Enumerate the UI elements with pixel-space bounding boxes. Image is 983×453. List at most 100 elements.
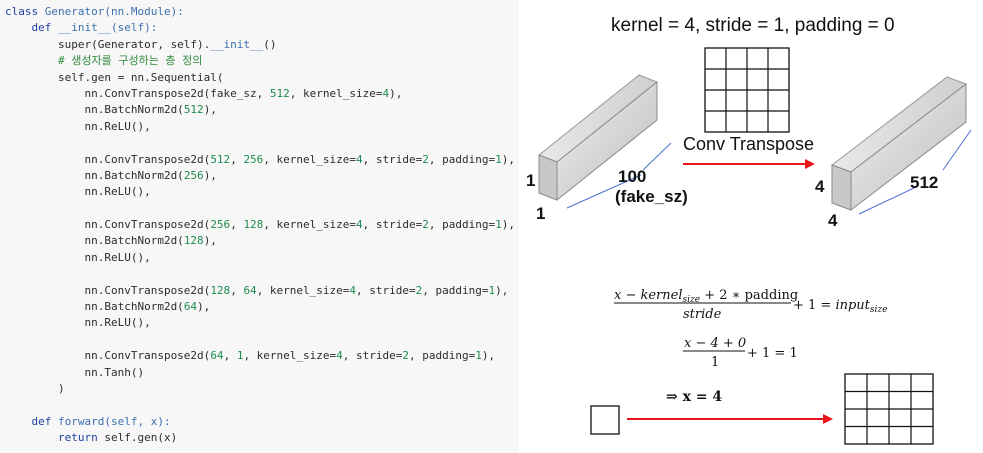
- code-token: , stride=: [362, 218, 423, 232]
- code-token: , stride=: [356, 283, 416, 297]
- code-token: 256: [243, 152, 264, 166]
- code-token: class: [5, 5, 45, 18]
- formula-rhs: + 1 =: [793, 298, 835, 313]
- code-token: nn.ConvTranspose2d(: [5, 349, 211, 363]
- output-grid-bottom: [844, 373, 934, 445]
- code-token: __init__: [210, 37, 264, 51]
- code-token: ),: [203, 103, 217, 117]
- code-token: Generator: [44, 5, 105, 18]
- code-token: nn.ReLU(),: [5, 250, 151, 264]
- code-token: def: [31, 21, 58, 35]
- code-token: , stride=: [342, 349, 403, 363]
- code-token: ),: [501, 218, 515, 232]
- code-token: nn.ConvTranspose2d(: [5, 152, 211, 166]
- code-token: nn.ReLU(),: [5, 119, 151, 133]
- code-token: (): [263, 37, 277, 51]
- code-line: ): [5, 381, 515, 397]
- conv-transpose-label: Conv Transpose: [683, 134, 814, 154]
- code-line: nn.ReLU(),: [5, 315, 515, 331]
- code-line: nn.ConvTranspose2d(fake_sz, 512, kernel_…: [5, 86, 515, 102]
- code-token: , kernel_size=: [263, 218, 357, 232]
- code-token: ,: [223, 349, 237, 363]
- input-square: [590, 405, 620, 435]
- code-token: 128: [210, 283, 231, 297]
- code-token: ),: [501, 152, 515, 166]
- code-token: ),: [389, 86, 403, 100]
- svg-text:+ 1 = inputsize: + 1 = inputsize: [793, 298, 887, 315]
- code-line: nn.ConvTranspose2d(64, 1 , kernel_size=4,…: [5, 348, 515, 364]
- code-token: 128: [243, 218, 264, 232]
- code-line: class Generator(nn.Module):: [5, 4, 515, 20]
- input-depth-label: 100: [618, 167, 646, 186]
- code-token: # 생성자를 구성하는 층 정의: [57, 54, 203, 68]
- code-token: ): [5, 381, 65, 395]
- substituted-denominator: 1: [711, 355, 719, 370]
- code-token: nn.BatchNorm2d(: [5, 103, 184, 117]
- formula-numerator: x − kernel: [614, 288, 683, 303]
- code-line: super(Generator, self).__init__(): [5, 37, 515, 53]
- code-token: , kernel_size=: [263, 152, 357, 166]
- input-depth-sublabel: (fake_sz): [615, 187, 688, 206]
- code-token: , padding=: [422, 283, 489, 297]
- code-line: nn.ConvTranspose2d(512, 256, kernel_size…: [5, 152, 515, 168]
- code-token: 512: [210, 152, 231, 166]
- code-token: self.gen = nn.Sequential(: [5, 70, 224, 84]
- formula-rhs-variable: input: [835, 298, 870, 313]
- svg-text:x − kernelsize + 2 ∗ padding: x − kernelsize + 2 ∗ padding: [614, 288, 798, 305]
- code-line: nn.BatchNorm2d(64),: [5, 299, 515, 315]
- code-token: ,: [230, 283, 244, 297]
- formula-numerator-rest: + 2 ∗ padding: [700, 288, 798, 303]
- code-token: super(Generator, self).: [5, 37, 211, 51]
- code-token: 512: [269, 86, 290, 100]
- code-token: ,: [230, 152, 244, 166]
- formula-main: x − kernelsize + 2 ∗ padding stride + 1 …: [614, 288, 887, 322]
- code-token: forward: [58, 414, 105, 428]
- output-height-label: 4: [815, 177, 825, 196]
- code-line: def __init__(self):: [5, 20, 515, 36]
- code-token: ),: [495, 283, 509, 297]
- code-token: 4: [356, 218, 363, 232]
- code-token: 64: [243, 283, 257, 297]
- code-token: 1: [495, 152, 502, 166]
- output-depth-label: 512: [910, 173, 938, 192]
- code-token: 4: [336, 349, 343, 363]
- code-token: 256: [183, 168, 204, 182]
- output-width-label: 4: [828, 211, 838, 230]
- code-token: self.gen(x): [104, 431, 178, 445]
- code-line: nn.ReLU(),: [5, 184, 515, 200]
- kernel-grid-top: [704, 47, 790, 133]
- code-token: , kernel_size=: [289, 86, 383, 100]
- code-token: , padding=: [409, 349, 476, 363]
- code-token: nn.ReLU(),: [5, 316, 151, 330]
- formula-result: ⇒ x = 4: [666, 389, 722, 405]
- output-block: [830, 76, 972, 215]
- code-line: nn.ReLU(),: [5, 119, 515, 135]
- code-token: ,: [230, 218, 244, 232]
- code-line: def forward(self, x):: [5, 414, 515, 430]
- substituted-rhs: + 1 = 1: [747, 346, 798, 361]
- code-token: 2: [422, 152, 429, 166]
- formula-denominator: stride: [683, 307, 722, 322]
- code-token: nn.ConvTranspose2d(fake_sz,: [5, 86, 270, 100]
- code-token: (self):: [110, 21, 158, 35]
- code-token: 128: [183, 234, 204, 248]
- code-line: nn.BatchNorm2d(128),: [5, 233, 515, 249]
- code-token: nn.BatchNorm2d(: [5, 300, 184, 314]
- code-token: nn.ReLU(),: [5, 185, 151, 199]
- code-token: (self, x):: [104, 414, 171, 428]
- code-token: 4: [356, 152, 363, 166]
- code-line: nn.ReLU(),: [5, 250, 515, 266]
- code-token: 2: [422, 218, 429, 232]
- code-token: ),: [481, 349, 496, 363]
- code-block: class Generator(nn.Module): def __init__…: [5, 4, 515, 447]
- diagram-panel: kernel = 4, stride = 1, padding = 0 1 1 …: [519, 0, 983, 453]
- code-token: return: [57, 431, 105, 445]
